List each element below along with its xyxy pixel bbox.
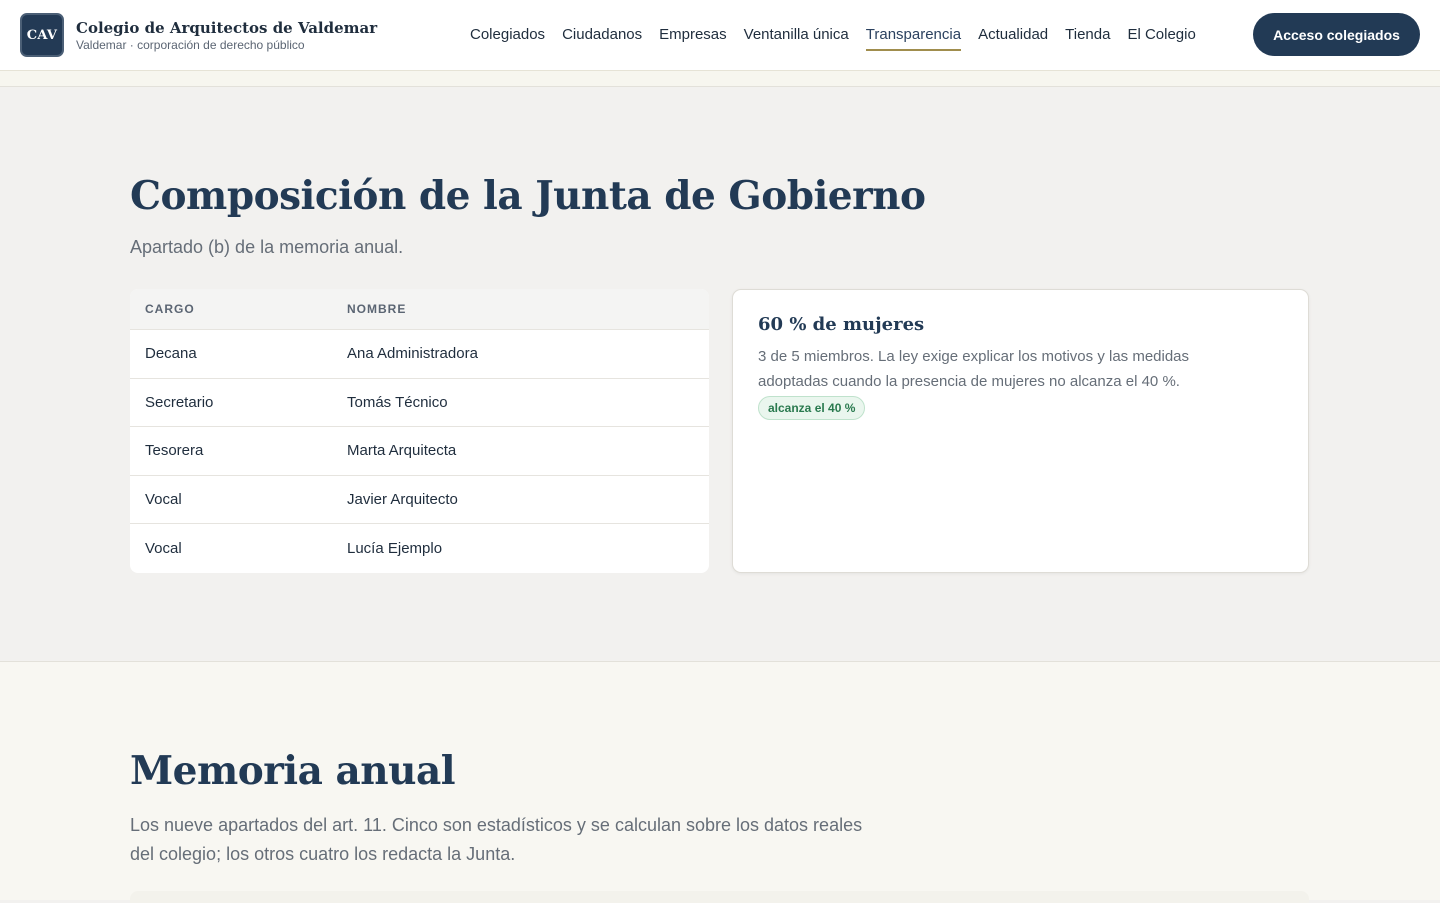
cell-cargo: Vocal [145,490,182,508]
table-row: Decana Ana Administradora [130,330,709,379]
nav-item-empresas[interactable]: Empresas [659,26,727,51]
stat-description: 3 de 5 miembros. La ley exige explicar l… [758,348,1190,390]
memoria-lead: Los nueve apartados del art. 11. Cinco s… [130,815,863,864]
brand[interactable]: Colegio de Arquitectos de Valdemar Valde… [76,19,377,52]
table-row: Secretario Tomás Técnico [130,379,709,427]
cell-cargo: Decana [145,345,197,363]
cell-nombre: Marta Arquitecta [347,442,457,460]
nav-item-colegiados[interactable]: Colegiados [470,26,545,51]
nav-item-ventanilla-unica[interactable]: Ventanilla única [744,26,849,51]
stat-title: 60 % de mujeres [758,314,925,335]
status-badge: alcanza el 40 % [758,396,866,420]
nav-item-transparencia[interactable]: Transparencia [865,26,962,51]
memoria-section: Memoria anual Los nueve apartados del ar… [0,662,1440,903]
cell-nombre: Tomás Técnico [347,393,448,411]
brand-name: Colegio de Arquitectos de Valdemar [76,18,378,37]
main-nav: Colegiados Ciudadanos Empresas Ventanill… [470,0,1213,71]
nav-item-el-colegio[interactable]: El Colegio [1127,26,1195,51]
nav-item-actualidad[interactable]: Actualidad [978,26,1048,51]
cell-cargo: Vocal [145,539,182,557]
junta-section: Composición de la Junta de Gobierno Apar… [0,87,1440,662]
junta-table: CARGO NOMBRE Decana Ana Administradora S… [130,289,709,573]
nav-item-ciudadanos[interactable]: Ciudadanos [562,26,642,51]
cell-nombre: Lucía Ejemplo [347,539,443,557]
junta-title: Composición de la Junta de Gobierno [130,173,926,219]
junta-lead: Apartado (b) de la memoria anual. [130,237,404,257]
cell-nombre: Javier Arquitecto [347,490,458,508]
site-header: CAV Colegio de Arquitectos de Valdemar V… [0,0,1440,71]
cell-nombre: Ana Administradora [347,345,478,363]
memoria-title: Memoria anual [130,748,456,794]
header-strip [0,71,1440,87]
table-row: Tesorera Marta Arquitecta [130,427,709,476]
brand-subtitle: Valdemar · corporación de derecho públic… [76,37,305,52]
cell-cargo: Secretario [145,393,214,411]
logo[interactable]: CAV [20,13,64,57]
nav-item-tienda[interactable]: Tienda [1065,26,1110,51]
column-header-nombre: NOMBRE [347,302,407,316]
table-row: Vocal Lucía Ejemplo [130,524,709,573]
cell-cargo: Tesorera [145,442,204,460]
table-header: CARGO NOMBRE [130,289,709,330]
table-row: Vocal Javier Arquitecto [130,476,709,524]
column-header-cargo: CARGO [145,302,195,316]
gender-stat-card: 60 % de mujeres 3 de 5 miembros. La ley … [732,289,1309,573]
memoria-content-card [130,891,1309,903]
access-colegiados-button[interactable]: Acceso colegiados [1253,13,1420,56]
